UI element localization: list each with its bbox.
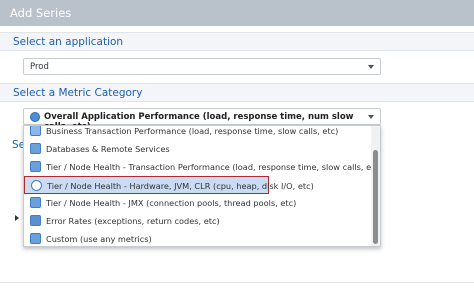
dropdown-item-label: Business Transaction Performance (load, …	[46, 126, 339, 136]
application-section-heading: Select an application	[13, 36, 124, 48]
window-titlebar: Add Series	[0, 0, 474, 26]
overall-performance-icon	[30, 112, 40, 122]
dropdown-item-label: Error Rates (exceptions, return codes, e…	[46, 216, 220, 226]
application-select-value: Prod	[30, 62, 49, 72]
dropdown-item-label: Tier / Node Health - Hardware, JVM, CLR …	[47, 181, 314, 191]
jmx-icon	[30, 197, 41, 208]
business-transaction-icon	[30, 126, 41, 136]
chevron-down-icon	[368, 65, 374, 69]
node-hardware-icon	[31, 180, 42, 191]
dropdown-item-label: Tier / Node Health - JMX (connection poo…	[46, 198, 297, 208]
divider	[0, 282, 474, 283]
dropdown-item-databases[interactable]: Databases & Remote Services	[24, 140, 372, 158]
dropdown-item-label: Custom (use any metrics)	[46, 234, 152, 244]
chevron-down-icon	[368, 115, 374, 119]
metric-category-select[interactable]: Overall Application Performance (load, r…	[23, 108, 381, 132]
metric-section-heading: Select a Metric Category	[13, 87, 143, 99]
custom-metrics-icon	[30, 233, 41, 244]
database-icon	[30, 143, 41, 154]
application-section-header: Select an application	[0, 32, 474, 51]
application-select[interactable]: Prod	[23, 58, 381, 75]
dropdown-item-node-transaction[interactable]: Tier / Node Health - Transaction Perform…	[24, 158, 380, 176]
metric-section-header: Select a Metric Category	[0, 83, 474, 102]
dropdown-item-node-hardware[interactable]: Tier / Node Health - Hardware, JVM, CLR …	[24, 176, 314, 194]
dropdown-item-label: Tier / Node Health - Transaction Perform…	[46, 162, 381, 172]
dropdown-item-jmx[interactable]: Tier / Node Health - JMX (connection poo…	[24, 194, 372, 212]
dropdown-scrollbar[interactable]	[371, 126, 380, 246]
window-title: Add Series	[10, 6, 72, 20]
dropdown-item-custom[interactable]: Custom (use any metrics)	[24, 230, 372, 246]
expand-triangle-icon[interactable]	[15, 215, 19, 221]
dropdown-item-error-rates[interactable]: Error Rates (exceptions, return codes, e…	[24, 212, 372, 230]
scrollbar-thumb[interactable]	[373, 150, 378, 244]
error-icon	[30, 215, 41, 226]
dropdown-item-label: Databases & Remote Services	[46, 144, 170, 154]
node-health-icon	[30, 161, 41, 172]
metric-category-dropdown[interactable]: Business Transaction Performance (load, …	[23, 125, 381, 247]
dropdown-item-business-transaction[interactable]: Business Transaction Performance (load, …	[24, 126, 372, 140]
